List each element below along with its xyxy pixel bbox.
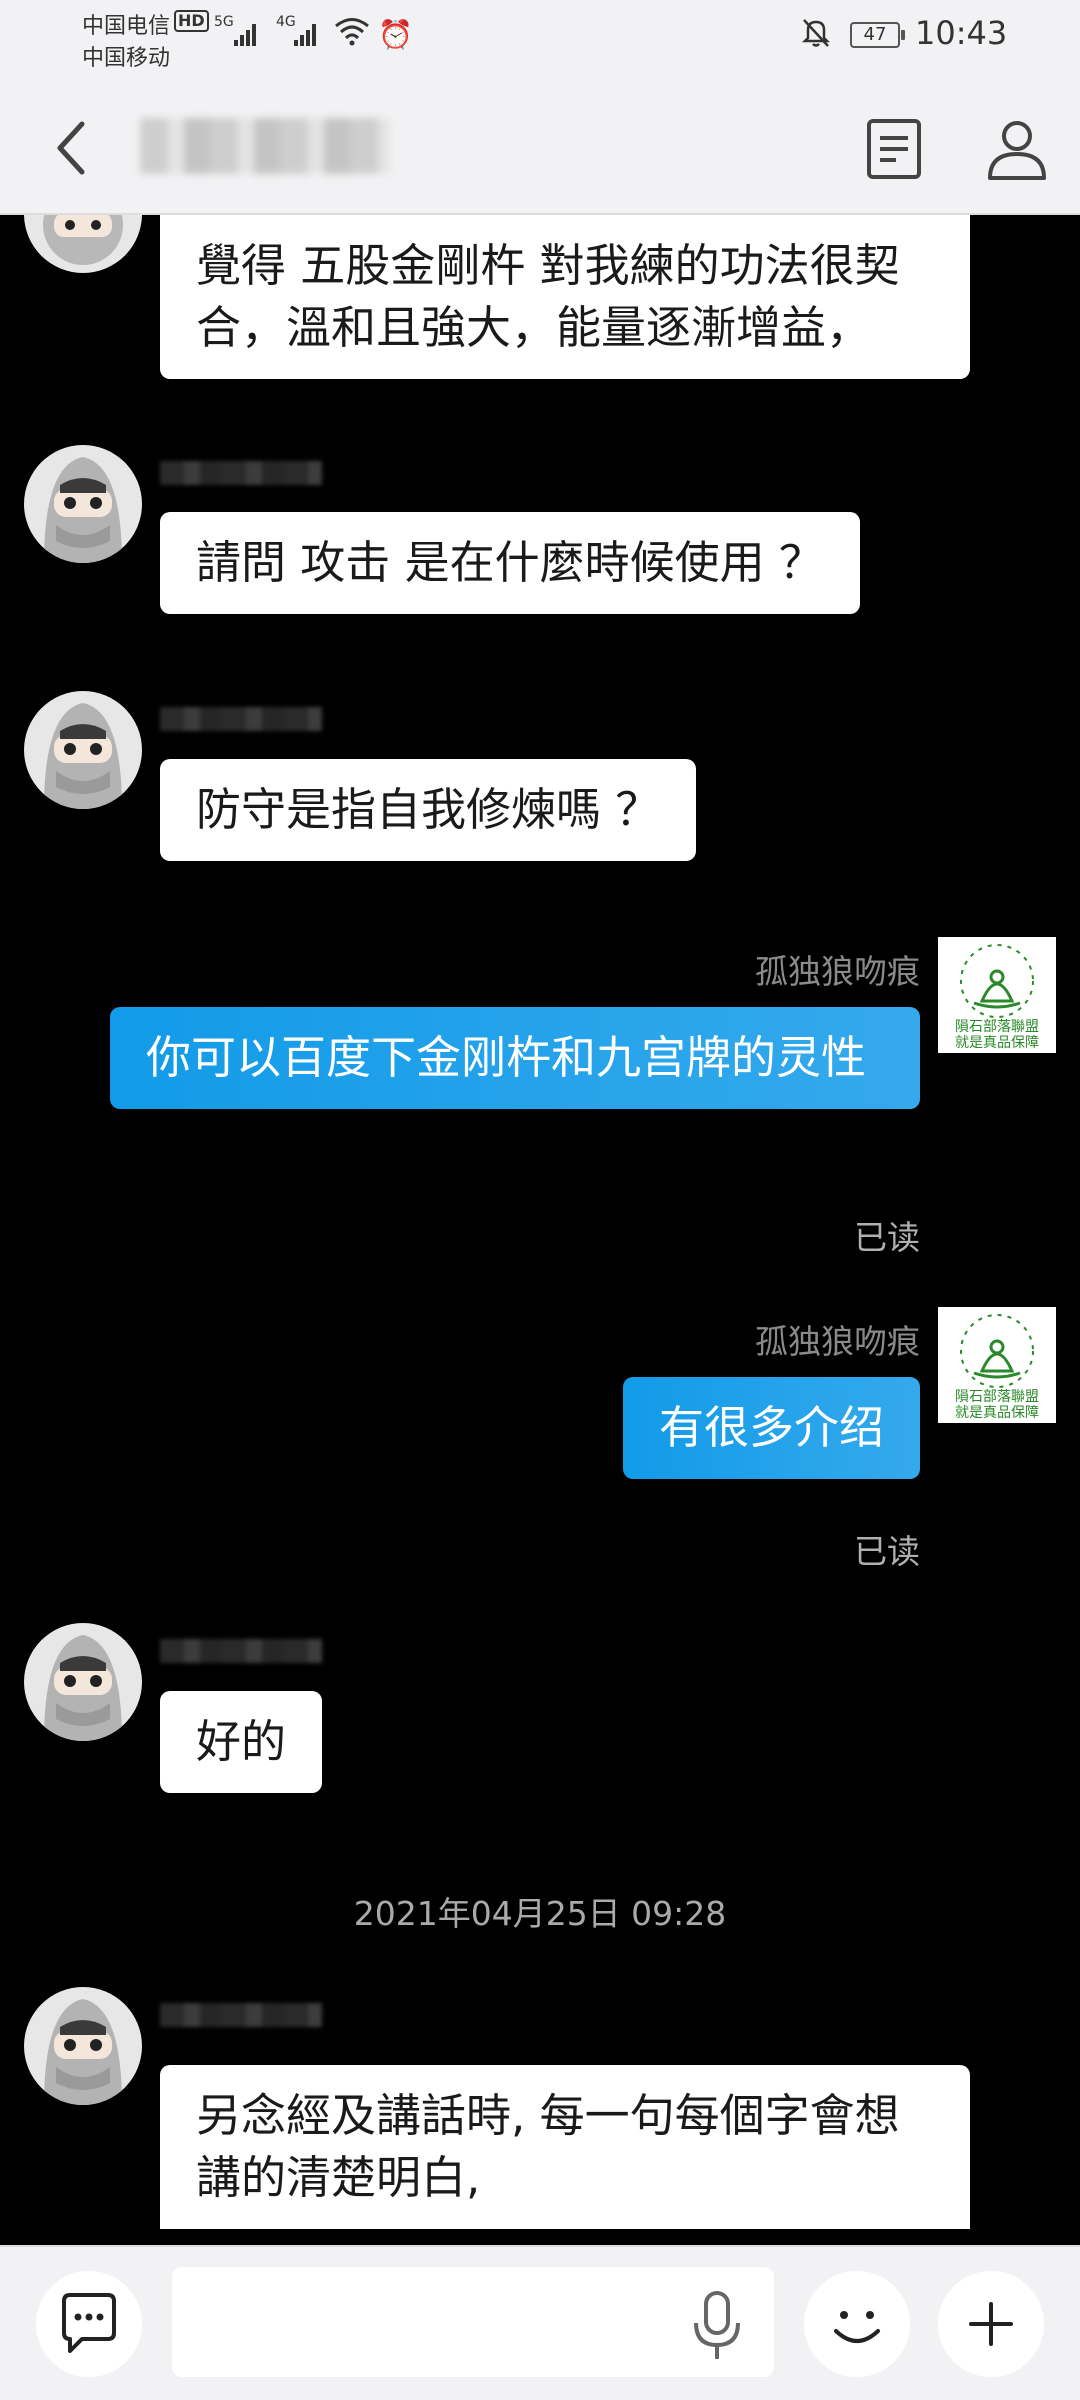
blurred-contact-name (140, 118, 390, 174)
avatar[interactable] (24, 1987, 142, 2105)
signal-1-icon (234, 22, 260, 46)
my-avatar-line-1: 隕石部落聯盟 (955, 1019, 1039, 1035)
carrier-1: 中国电信 (82, 14, 171, 39)
person-icon[interactable] (984, 116, 1050, 182)
message-bubble-incoming[interactable]: 請問 攻击 是在什麼時候使用 ？ (160, 512, 860, 614)
message-bubble-outgoing[interactable]: 有很多介绍 (622, 1377, 920, 1479)
my-name: 孤独狼吻痕 (755, 1322, 920, 1361)
hd-badge: HD (174, 10, 209, 32)
message-bubble-incoming[interactable]: 另念經及講話時, 每一句每個字會想講的清楚明白, (160, 2065, 970, 2229)
my-avatar-line-2: 就是真品保障 (955, 1035, 1039, 1051)
my-avatar[interactable]: 隕石部落聯盟 就是真品保障 (938, 1307, 1056, 1423)
message-bubble-incoming[interactable]: 防守是指自我修煉嗎 ？ (160, 759, 697, 861)
signal-1-label: 5G (214, 14, 234, 30)
blurred-sender-name (160, 1639, 322, 1663)
microphone-icon[interactable] (688, 2289, 746, 2363)
chat-bubble-icon[interactable] (36, 2271, 142, 2377)
bell-muted-icon (801, 19, 831, 47)
message-bubble-outgoing[interactable]: 你可以百度下金刚杵和九宫牌的灵性 (110, 1007, 920, 1109)
document-icon[interactable] (864, 116, 924, 182)
avatar[interactable] (24, 445, 142, 563)
battery-icon: 47 (850, 22, 905, 48)
message-bubble-incoming[interactable]: 覺得 五股金剛杵 對我練的功法很契合，溫和且強大，能量逐漸增益， (160, 215, 970, 379)
message-input[interactable] (172, 2267, 774, 2377)
my-avatar[interactable]: 隕石部落聯盟 就是真品保障 (938, 937, 1056, 1053)
wifi-icon (335, 18, 369, 46)
avatar[interactable] (24, 215, 142, 273)
plus-icon[interactable] (938, 2271, 1044, 2377)
message-list[interactable]: 覺得 五股金剛杵 對我練的功法很契合，溫和且強大，能量逐漸增益， 請問 攻击 是… (0, 215, 1080, 2245)
chat-header (0, 80, 1080, 215)
my-avatar-line-2: 就是真品保障 (955, 1405, 1039, 1421)
read-receipt: 已读 (854, 1532, 920, 1571)
carrier-2: 中国移动 (82, 46, 171, 71)
signal-2-label: 4G (276, 14, 296, 30)
message-bubble-incoming[interactable]: 好的 (160, 1691, 323, 1793)
input-bar (0, 2245, 1080, 2400)
timestamp: 2021年04月25日 09:28 (353, 1894, 727, 1933)
signal-2-icon (294, 22, 320, 46)
clock: 10:43 (915, 14, 1008, 52)
status-bar: 中国电信 HD 中国移动 5G 4G ⏰ 47 10:43 (0, 0, 1080, 80)
blurred-sender-name (160, 707, 322, 731)
chevron-left-icon[interactable] (48, 116, 96, 180)
blurred-sender-name (160, 461, 322, 485)
avatar[interactable] (24, 1623, 142, 1741)
blurred-sender-name (160, 2003, 322, 2027)
smiley-icon[interactable] (804, 2271, 910, 2377)
avatar[interactable] (24, 691, 142, 809)
my-avatar-line-1: 隕石部落聯盟 (955, 1389, 1039, 1405)
my-name: 孤独狼吻痕 (755, 952, 920, 991)
read-receipt: 已读 (854, 1218, 920, 1257)
alarm-icon: ⏰ (378, 18, 413, 51)
